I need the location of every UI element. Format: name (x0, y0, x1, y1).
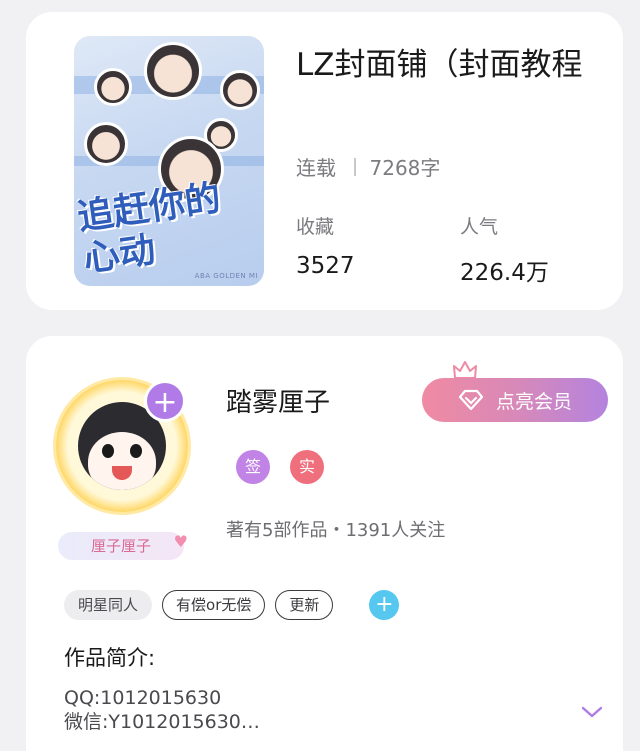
cover-portrait (144, 42, 202, 100)
author-badges: 签 实 (236, 450, 324, 484)
intro-line: QQ:1012015630 (64, 687, 222, 709)
divider (354, 157, 356, 176)
follow-plus-icon[interactable]: + (144, 380, 186, 422)
tag-list: 明星同人 有偿or无偿 更新 + (64, 590, 400, 620)
popularity-value: 226.4万 (460, 260, 549, 286)
intro-line: 微信:Y1012015630… (64, 711, 260, 733)
word-count: 7268字 (369, 156, 441, 180)
tag-chip[interactable]: 明星同人 (64, 590, 153, 620)
favorites-label: 收藏 (296, 216, 335, 238)
cover-portrait (220, 70, 260, 110)
verified-badge: 实 (290, 450, 324, 484)
activate-vip-button[interactable]: 点亮会员 (422, 378, 608, 422)
avatar-skin (88, 432, 156, 490)
intro-text: QQ:1012015630 微信:Y1012015630… (64, 686, 260, 734)
nickname-tag-label: 厘子厘子 (90, 537, 151, 555)
vip-button-label: 点亮会员 (495, 390, 572, 413)
avatar-eye (102, 444, 114, 458)
intro-title: 作品简介: (64, 646, 156, 670)
author-card: + 厘子厘子 ♥ 踏雾厘子 点亮会员 签 实 著有5部作品・1391人关注 明星… (26, 336, 623, 751)
chevron-down-icon[interactable] (580, 704, 604, 720)
serial-status: 连载 (296, 156, 336, 180)
favorites-stat: 收藏 3527 (296, 212, 355, 279)
avatar-eye (130, 444, 142, 458)
author-stats: 著有5部作品・1391人关注 (226, 520, 446, 541)
tag-chip[interactable]: 有偿or无偿 (162, 590, 266, 620)
book-cover-image[interactable]: 追赶你的心动 ABA GOLDEN MI (74, 36, 264, 286)
favorites-value: 3527 (296, 253, 355, 279)
author-name[interactable]: 踏雾厘子 (226, 382, 330, 419)
nickname-tag: 厘子厘子 ♥ (58, 532, 188, 560)
tag-chip[interactable]: 更新 (275, 590, 334, 620)
cover-tag: ABA GOLDEN MI (194, 272, 258, 280)
add-tag-plus-icon[interactable]: + (369, 590, 400, 620)
diamond-icon (458, 389, 484, 411)
popularity-label: 人气 (460, 216, 499, 238)
cover-title-art: 追赶你的心动 (74, 176, 224, 281)
signed-badge: 签 (236, 450, 270, 484)
cover-portrait (84, 122, 128, 166)
heart-icon: ♥ (173, 532, 188, 551)
cover-portrait (94, 68, 132, 106)
book-card[interactable]: 追赶你的心动 ABA GOLDEN MI LZ封面铺（封面教程 连载 7268字… (26, 12, 623, 310)
book-status-row: 连载 7268字 (296, 152, 440, 181)
popularity-stat: 人气 226.4万 (460, 212, 549, 287)
book-title[interactable]: LZ封面铺（封面教程 (296, 44, 596, 86)
